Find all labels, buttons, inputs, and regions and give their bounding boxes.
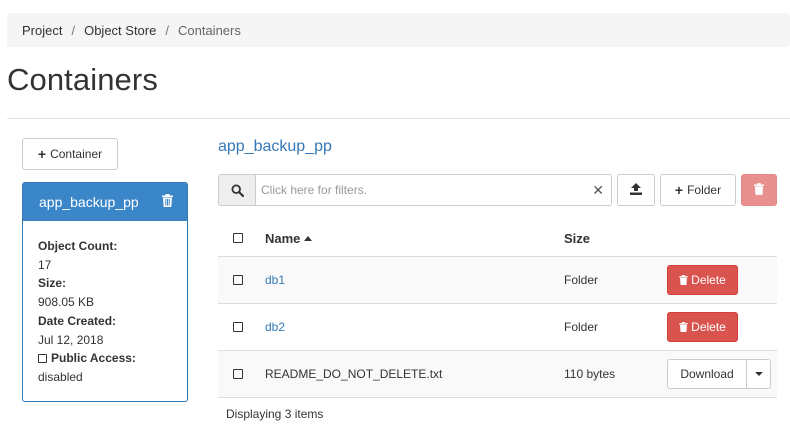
upload-button[interactable] <box>617 174 655 206</box>
object-name-link[interactable]: db2 <box>265 320 285 334</box>
column-header-size: Size <box>564 230 591 246</box>
add-folder-button[interactable]: + Folder <box>660 174 736 206</box>
plus-icon: + <box>674 182 684 198</box>
object-name-link[interactable]: db1 <box>265 273 285 287</box>
object-count-label: Object Count: <box>38 239 118 253</box>
delete-button[interactable]: Delete <box>667 312 738 342</box>
add-container-label: Container <box>50 147 103 161</box>
breadcrumb: Project / Object Store / Containers <box>7 13 790 47</box>
delete-button-label: Delete <box>691 320 726 334</box>
delete-button[interactable]: Delete <box>667 265 738 295</box>
checkbox-icon[interactable] <box>38 354 47 364</box>
container-card[interactable]: app_backup_pp Object Count: 17 Size: 908… <box>22 182 188 402</box>
table-row: db1 Folder Delete <box>218 257 777 304</box>
row-checkbox[interactable] <box>233 369 243 379</box>
object-size: 110 bytes <box>564 367 616 381</box>
breadcrumb-containers: Containers <box>177 22 241 38</box>
date-created-label: Date Created: <box>38 313 117 328</box>
container-card-details: Object Count: 17 Size: 908.05 KB Date Cr… <box>23 221 187 387</box>
container-card-header[interactable]: app_backup_pp <box>23 183 187 221</box>
download-button[interactable]: Download <box>667 359 747 389</box>
container-card-name: app_backup_pp <box>39 194 139 210</box>
delete-selected-button[interactable] <box>741 174 777 206</box>
filter-group: Click here for filters. ✕ <box>218 174 612 206</box>
title-divider <box>7 118 790 119</box>
search-icon <box>218 174 256 206</box>
object-size: Folder <box>564 273 599 287</box>
trash-icon <box>679 322 688 332</box>
trash-icon <box>754 182 764 198</box>
date-created-value: Jul 12, 2018 <box>38 332 104 347</box>
table-row: db2 Folder Delete <box>218 304 777 351</box>
objects-table: Name Size db1 Folder Delete db2 Folder D… <box>218 220 777 398</box>
public-access-label: Public Access: <box>51 351 136 366</box>
trash-icon[interactable] <box>162 194 173 210</box>
table-header-row: Name Size <box>218 220 777 258</box>
table-row: README_DO_NOT_DELETE.txt 110 bytes Downl… <box>218 351 777 398</box>
object-size: Folder <box>564 320 599 334</box>
items-count: Displaying 3 items <box>226 407 324 421</box>
column-header-name[interactable]: Name <box>265 230 313 246</box>
download-button-group: Download <box>667 359 771 389</box>
sort-asc-icon <box>304 235 313 241</box>
select-all-checkbox[interactable] <box>233 233 243 243</box>
clear-icon[interactable]: ✕ <box>592 183 604 197</box>
add-container-button[interactable]: + Container <box>22 138 118 170</box>
size-label: Size: <box>38 276 67 291</box>
breadcrumb-separator: / <box>71 22 76 38</box>
folder-button-label: Folder <box>687 183 722 197</box>
object-count-value: 17 <box>38 257 52 272</box>
column-header-name-label: Name <box>265 230 301 246</box>
object-name: README_DO_NOT_DELETE.txt <box>265 367 443 381</box>
trash-icon <box>679 275 688 285</box>
filter-input[interactable]: Click here for filters. ✕ <box>256 174 612 206</box>
filter-placeholder: Click here for filters. <box>261 183 368 197</box>
size-value: 908.05 KB <box>38 295 95 310</box>
delete-button-label: Delete <box>691 273 726 287</box>
actions-dropdown-toggle[interactable] <box>747 359 771 389</box>
breadcrumb-separator: / <box>165 22 169 38</box>
breadcrumb-project[interactable]: Project <box>22 23 62 38</box>
caret-down-icon <box>754 372 763 376</box>
container-title-link[interactable]: app_backup_pp <box>218 138 332 156</box>
public-access-value: disabled <box>38 369 83 384</box>
public-access-row: Public Access: <box>38 349 172 368</box>
page-title: Containers <box>7 62 158 97</box>
row-checkbox[interactable] <box>233 322 243 332</box>
plus-icon: + <box>37 146 47 162</box>
row-checkbox[interactable] <box>233 275 243 285</box>
breadcrumb-object-store[interactable]: Object Store <box>84 23 156 38</box>
upload-icon <box>630 182 642 198</box>
